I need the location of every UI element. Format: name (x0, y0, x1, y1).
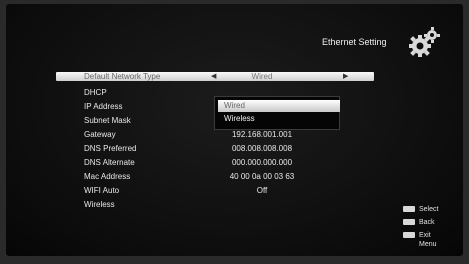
tv-screen: Ethernet Setting Default Network Type ◀ … (6, 4, 463, 256)
menu-row-label: DHCP (84, 88, 107, 97)
ok-key-icon (403, 206, 415, 212)
gear-icon (409, 27, 440, 57)
dropdown-option-wireless[interactable]: Wireless (218, 113, 340, 125)
menu-row-network-type[interactable]: Default Network Type ◀ Wired ▶ (56, 72, 374, 81)
dropdown-option-wired[interactable]: Wired (218, 100, 340, 112)
menu-row-value: 40 00 0a 00 03 63 (229, 172, 295, 181)
menu-row-mac-address[interactable]: Mac Address 40 00 0a 00 03 63 (56, 170, 374, 184)
menu-row-label: DNS Preferred (84, 144, 137, 153)
menu-row-label: WIFI Auto (84, 186, 120, 195)
menu-row-gateway[interactable]: Gateway 192.168.001.001 (56, 128, 374, 142)
back-key-icon (403, 219, 415, 225)
settings-menu: Default Network Type ◀ Wired ▶ DHCP IP A… (56, 72, 374, 212)
network-type-dropdown[interactable]: Wired Wireless (214, 96, 340, 130)
menu-row-label: Subnet Mask (84, 116, 131, 125)
menu-row-value: 000.000.000.000 (231, 158, 293, 167)
menu-row-label: DNS Alternate (84, 158, 135, 167)
arrow-right-icon[interactable]: ▶ (343, 72, 348, 81)
menu-row-label: Mac Address (84, 172, 131, 181)
menu-row-dns-alternate[interactable]: DNS Alternate 000.000.000.000 (56, 156, 374, 170)
page-title: Ethernet Setting (322, 37, 387, 47)
menu-row-value: 192.168.001.001 (231, 130, 293, 139)
menu-row-label: Wireless (84, 200, 115, 209)
legend-back-label: Back (419, 219, 435, 226)
menu-row-value: Wired (251, 72, 273, 81)
menu-row-dns-preferred[interactable]: DNS Preferred 008.008.008.008 (56, 142, 374, 156)
menu-row-label: Gateway (84, 130, 116, 139)
menu-row-label: IP Address (84, 102, 123, 111)
menu-row-wireless[interactable]: Wireless (56, 198, 374, 212)
menu-row-value: 008.008.008.008 (231, 144, 293, 153)
exit-key-icon (403, 232, 415, 238)
menu-row-label: Default Network Type (84, 72, 161, 81)
legend-exit-label: Exit Menu (419, 232, 437, 248)
menu-row-wifi-auto[interactable]: WIFI Auto Off (56, 184, 374, 198)
legend-select-label: Select (419, 206, 439, 213)
menu-row-value: Off (256, 186, 268, 195)
